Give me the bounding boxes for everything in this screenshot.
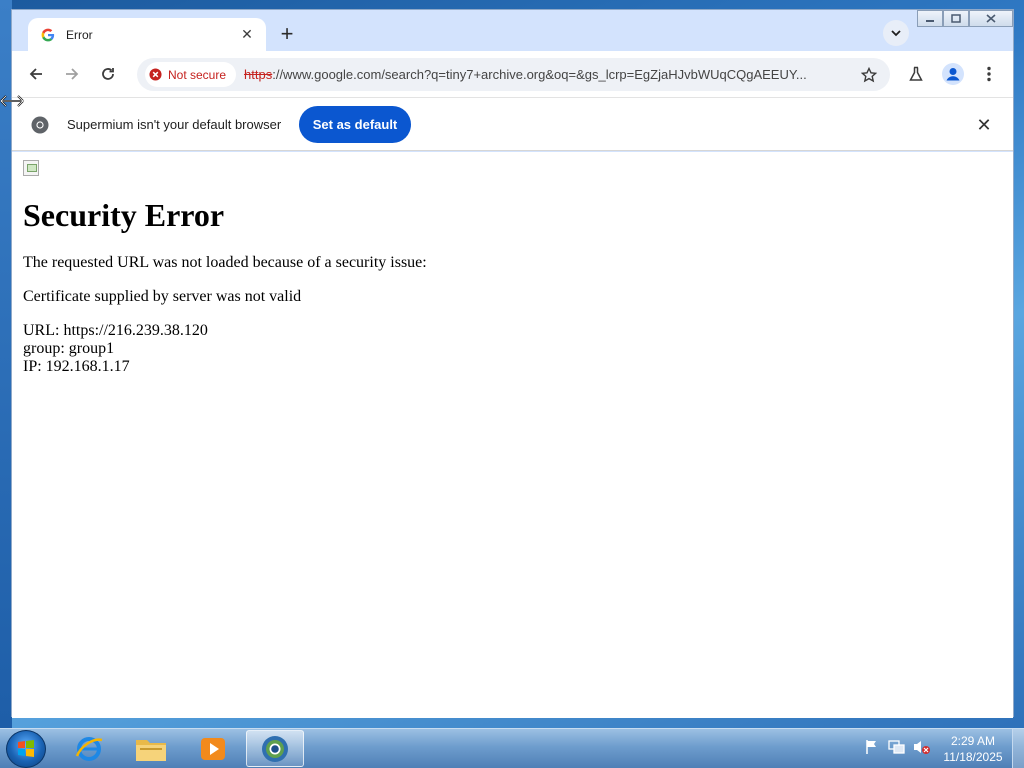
- tab-close-button[interactable]: ✕: [238, 26, 256, 44]
- window-controls: [917, 10, 1013, 27]
- clock-time: 2:29 AM: [950, 734, 996, 748]
- back-button[interactable]: [20, 58, 52, 90]
- arrow-left-icon: [29, 68, 42, 80]
- internet-explorer-icon: [75, 736, 103, 761]
- close-window-button[interactable]: [969, 10, 1013, 27]
- taskbar-internet-explorer[interactable]: [60, 730, 118, 767]
- taskbar-clock[interactable]: 2:29 AM 11/18/2025: [936, 733, 1010, 765]
- labs-button[interactable]: [900, 58, 932, 90]
- star-icon: [861, 67, 877, 83]
- close-icon: [986, 14, 996, 23]
- taskbar: 2:29 AM 11/18/2025: [0, 728, 1024, 768]
- bookmark-button[interactable]: [858, 64, 880, 86]
- set-as-default-button[interactable]: Set as default: [299, 106, 411, 143]
- url-rest: ://www.google.com/search?q=tiny7+archive…: [272, 67, 807, 82]
- page-content: Security Error The requested URL was not…: [12, 152, 1013, 718]
- action-center-flag-icon[interactable]: [862, 737, 882, 757]
- error-description: The requested URL was not loaded because…: [23, 254, 427, 271]
- folder-icon: [136, 739, 166, 761]
- forward-button[interactable]: [56, 58, 88, 90]
- start-button[interactable]: [6, 730, 46, 768]
- chromium-icon: [31, 116, 49, 139]
- windows-logo-icon: [18, 740, 34, 757]
- taskbar-file-explorer[interactable]: [122, 730, 180, 767]
- security-label: Not secure: [168, 67, 227, 82]
- maximize-button[interactable]: [943, 10, 969, 27]
- volume-muted-icon[interactable]: [912, 737, 932, 757]
- url-line: URL: https://216.239.38.120: [23, 322, 208, 339]
- arrow-right-icon: [66, 68, 79, 80]
- group-line: group: group1: [23, 340, 115, 357]
- avatar-icon: [942, 63, 964, 85]
- url-scheme: https: [244, 67, 273, 82]
- ip-line: IP: 192.168.1.17: [23, 358, 130, 375]
- minimize-icon: [926, 19, 934, 22]
- clock-date: 11/18/2025: [943, 750, 1003, 764]
- infobar-message: Supermium isn't your default browser: [67, 117, 282, 132]
- reload-icon: [102, 68, 114, 80]
- taskbar-media-player[interactable]: [184, 730, 242, 767]
- url-text[interactable]: https://www.google.com/search?q=tiny7+ar…: [244, 67, 854, 82]
- toolbar: Not secure https://www.google.com/search…: [12, 51, 1013, 97]
- browser-window: Error ✕ + Not secure https://www.google.…: [11, 9, 1014, 718]
- broken-image-icon: [23, 160, 39, 176]
- taskbar-supermium[interactable]: [246, 730, 304, 767]
- supermium-icon: [262, 735, 288, 762]
- error-reason: Certificate supplied by server was not v…: [23, 288, 302, 305]
- page-title: Security Error: [23, 197, 225, 233]
- system-tray: [862, 737, 937, 757]
- default-browser-infobar: Supermium isn't your default browser Set…: [12, 97, 1013, 151]
- tab-strip: Error ✕ +: [12, 10, 1013, 51]
- tab-error[interactable]: Error ✕: [28, 18, 266, 51]
- restore-icon: [951, 14, 961, 23]
- show-desktop-button[interactable]: [1012, 729, 1024, 768]
- address-bar[interactable]: Not secure https://www.google.com/search…: [137, 58, 890, 91]
- menu-button[interactable]: [973, 58, 1005, 90]
- warning-icon: [149, 68, 162, 81]
- more-vert-icon: [987, 66, 991, 82]
- new-tab-button[interactable]: +: [274, 21, 300, 47]
- minimize-button[interactable]: [917, 10, 943, 27]
- google-icon: [40, 27, 56, 43]
- profile-button[interactable]: [937, 58, 969, 90]
- media-player-icon: [201, 737, 225, 760]
- tab-search-button[interactable]: [883, 20, 909, 46]
- infobar-close-button[interactable]: ✕: [973, 114, 995, 136]
- tab-title: Error: [66, 27, 93, 42]
- reload-button[interactable]: [92, 58, 124, 90]
- security-chip[interactable]: Not secure: [145, 62, 237, 87]
- flask-icon: [909, 66, 923, 81]
- resize-cursor-icon: [0, 94, 24, 113]
- network-icon[interactable]: [887, 737, 907, 757]
- chevron-down-icon: [891, 30, 901, 37]
